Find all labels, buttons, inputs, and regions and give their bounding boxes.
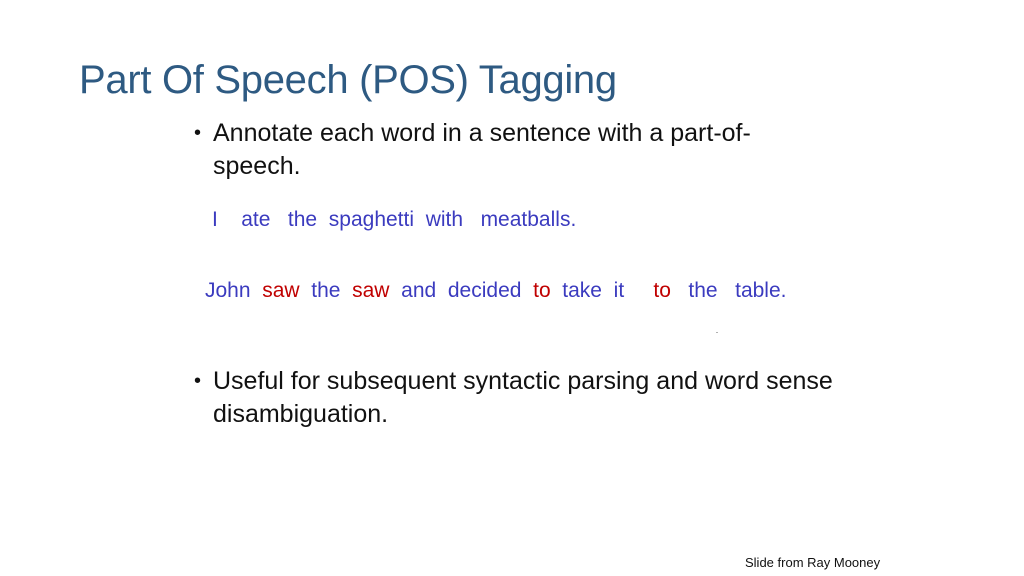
example-word: to xyxy=(653,279,671,302)
slide-title: Part Of Speech (POS) Tagging xyxy=(79,58,617,102)
example-word: and xyxy=(401,279,437,302)
example-word: table. xyxy=(735,279,787,302)
bullet-marker-icon: • xyxy=(194,122,202,144)
bullet-item: • Useful for subsequent syntactic parsin… xyxy=(194,365,834,431)
example-word: ate xyxy=(241,208,271,231)
bullet-marker-icon: • xyxy=(194,370,202,392)
example-word: the xyxy=(287,208,318,231)
example-word: the xyxy=(311,279,341,302)
example-word: saw xyxy=(262,279,300,302)
bullet-item: • Annotate each word in a sentence with … xyxy=(194,117,834,183)
example-sentence-2: John saw the saw and decided to take it … xyxy=(205,279,786,303)
example-word: decided xyxy=(447,279,522,302)
example-word: take xyxy=(562,279,602,302)
example-word: I xyxy=(212,208,218,231)
example-word: spaghetti xyxy=(328,208,415,231)
slide-credit: Slide from Ray Mooney xyxy=(745,555,881,570)
example-word: with xyxy=(425,208,464,231)
example-word: meatballs. xyxy=(480,208,577,231)
example-word: John xyxy=(205,279,251,302)
bullet-text: Annotate each word in a sentence with a … xyxy=(213,119,751,180)
example-sentence-1: I ate the spaghetti with meatballs. xyxy=(212,208,576,232)
example-word: the xyxy=(688,279,718,302)
slide: Part Of Speech (POS) Tagging • Annotate … xyxy=(0,0,1024,576)
bullet-text: Useful for subsequent syntactic parsing … xyxy=(213,367,833,428)
stray-mark xyxy=(716,332,718,333)
example-word: it xyxy=(613,279,625,302)
example-word: to xyxy=(533,279,551,302)
example-word: saw xyxy=(352,279,390,302)
